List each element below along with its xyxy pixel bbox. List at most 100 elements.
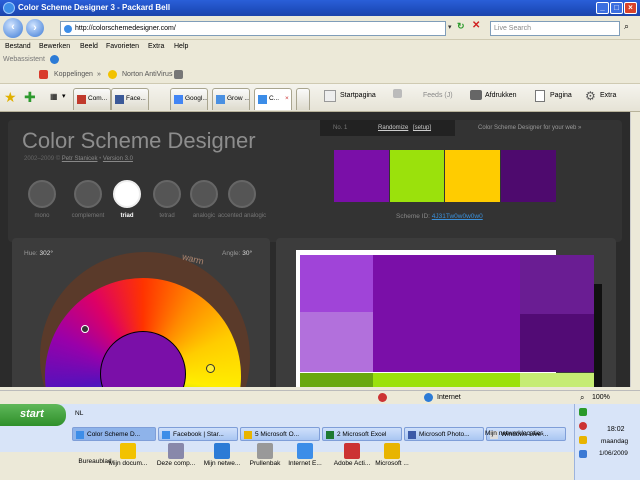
scheme-swatch-primary[interactable] (334, 150, 389, 202)
favorites-star-icon[interactable]: ★ (4, 89, 17, 106)
quicklaunch-item[interactable]: Internet E... (285, 443, 325, 467)
mode-tetrad-icon[interactable] (153, 180, 181, 208)
mode-analogic-icon[interactable] (190, 180, 218, 208)
mode-label[interactable]: accented analogic (217, 213, 267, 220)
webassistent-label[interactable]: Webassistent (3, 56, 45, 63)
scheme-swatch-complement[interactable] (501, 150, 556, 202)
vertical-scrollbar[interactable] (630, 112, 640, 387)
mode-triad-icon[interactable] (113, 180, 141, 208)
stop-icon[interactable]: ✕ (472, 20, 480, 31)
startpagina-button[interactable]: Startpagina (340, 92, 376, 99)
dropdown-icon[interactable]: ▾ (448, 23, 452, 31)
network-places[interactable]: Mijn netwerklocaties (485, 430, 544, 437)
wheel-handle-secondary[interactable] (81, 325, 89, 333)
zoom-icon[interactable]: ⌕ (580, 393, 584, 403)
refresh-icon[interactable]: ↻ (457, 21, 465, 32)
setup-link[interactable]: [setup] (413, 125, 431, 131)
tab-2[interactable]: Face... (111, 88, 149, 110)
page-icon[interactable] (535, 90, 545, 102)
mode-mono-icon[interactable] (28, 180, 56, 208)
maximize-button[interactable]: □ (610, 2, 623, 14)
mode-accented-analogic-icon[interactable] (228, 180, 256, 208)
clock-date: 1/06/2009 (599, 450, 628, 457)
language-indicator[interactable]: NL (75, 410, 83, 417)
tab-active[interactable]: C... × (254, 88, 292, 110)
author-link[interactable]: Petr Stanicek (62, 156, 98, 162)
search-input[interactable]: Live Search (490, 21, 620, 36)
forward-icon[interactable]: › (26, 19, 44, 37)
close-button[interactable]: × (624, 2, 637, 14)
tab-1[interactable]: Com... (73, 88, 111, 110)
start-button[interactable]: start (0, 404, 66, 426)
search-icon[interactable]: ⌕ (624, 21, 629, 32)
quicklaunch-item[interactable]: Mijn docum... (108, 443, 148, 467)
pagina-button[interactable]: Pagina (550, 92, 572, 99)
menu-favorieten[interactable]: Favorieten (106, 43, 139, 50)
menu-bestand[interactable]: Bestand (5, 43, 31, 50)
tray-icon[interactable] (579, 408, 587, 416)
mode-complement-icon[interactable] (74, 180, 102, 208)
back-icon[interactable]: ‹ (3, 18, 23, 38)
scheme-swatch-secondary-a[interactable] (390, 150, 444, 202)
scheme-id-link[interactable]: 4J31Tw0w0w0w0 (432, 213, 483, 220)
preview-shadow (594, 284, 602, 387)
site-link[interactable]: Color Scheme Designer for your web » (478, 125, 581, 131)
home-icon[interactable] (324, 90, 336, 102)
feeds-icon[interactable] (393, 89, 402, 98)
mode-label[interactable]: mono (17, 213, 67, 220)
quicklaunch-icon (168, 443, 184, 459)
norton-label[interactable]: Norton AntiVirus (122, 71, 172, 78)
ie-icon (76, 431, 84, 439)
tray-icon[interactable] (579, 422, 587, 430)
task-photo[interactable]: Microsoft Photo... (404, 427, 484, 441)
popup-blocked-icon[interactable] (378, 393, 387, 402)
printer-icon[interactable] (470, 90, 482, 100)
task-excel[interactable]: 2 Microsoft Excel (322, 427, 402, 441)
tab-list-icon[interactable]: ▾ (62, 92, 66, 100)
quicklaunch-item[interactable]: Prullenbak (245, 443, 285, 467)
tray-icon[interactable] (579, 436, 587, 444)
quicklaunch-item[interactable]: Deze comp... (156, 443, 196, 467)
randomize-link[interactable]: Randomize (378, 125, 408, 131)
tab-number[interactable]: No. 1 (333, 125, 347, 131)
preview-cell (520, 314, 594, 372)
norton-settings-icon[interactable] (174, 70, 183, 79)
links-chevron-icon[interactable]: » (97, 71, 101, 78)
tab-4[interactable]: Grow ... (212, 88, 250, 110)
gear-icon[interactable]: ⚙ (585, 89, 596, 103)
credit-line: 2002–2009 © Petr Stanicek • Version 3.0 (24, 156, 133, 162)
quicklaunch-label: Prullenbak (249, 460, 281, 467)
task-facebook[interactable]: Facebook | Star... (158, 427, 238, 441)
status-bar: Internet ⌕ 100% (0, 390, 640, 404)
version-link[interactable]: Version 3.0 (103, 156, 133, 162)
menu-beeld[interactable]: Beeld (80, 43, 98, 50)
minimize-button[interactable]: _ (596, 2, 609, 14)
quicklaunch-item[interactable]: Adobe Acti... (332, 443, 372, 467)
menu-extra[interactable]: Extra (148, 43, 164, 50)
zoom-value[interactable]: 100% (592, 394, 610, 401)
menu-bewerken[interactable]: Bewerken (39, 43, 70, 50)
new-tab-button[interactable] (296, 88, 310, 110)
extra-button[interactable]: Extra (600, 92, 616, 99)
menu-help[interactable]: Help (174, 43, 188, 50)
feeds-button[interactable]: Feeds (J) (423, 92, 453, 99)
tab-3[interactable]: Googl... (170, 88, 208, 110)
address-bar[interactable]: http://colorschemedesigner.com/ (60, 21, 446, 36)
afdrukken-button[interactable]: Afdrukken (485, 92, 517, 99)
search-placeholder: Live Search (494, 25, 531, 32)
quicklaunch-item[interactable]: Microsoft ... (372, 443, 412, 467)
scheme-swatch-secondary-b[interactable] (445, 150, 500, 202)
tray-icon[interactable] (579, 450, 587, 458)
hue-value: 302° (39, 250, 53, 257)
quicklaunch-item[interactable]: Mijn netwe... (202, 443, 242, 467)
tab-close-icon[interactable]: × (285, 95, 289, 102)
clock-time[interactable]: 18:02 (607, 426, 625, 433)
links-label[interactable]: Koppelingen (54, 71, 93, 78)
quick-tabs-icon[interactable]: ▦ (50, 92, 58, 101)
credit-year: 2002–2009 © (24, 156, 62, 162)
wheel-handle-primary[interactable] (206, 364, 215, 373)
add-favorite-icon[interactable]: ✚ (24, 89, 36, 106)
task-color-scheme[interactable]: Color Scheme D... (72, 427, 156, 441)
task-outlook[interactable]: 5 Microsoft O... (240, 427, 320, 441)
globe-icon[interactable] (50, 55, 59, 64)
